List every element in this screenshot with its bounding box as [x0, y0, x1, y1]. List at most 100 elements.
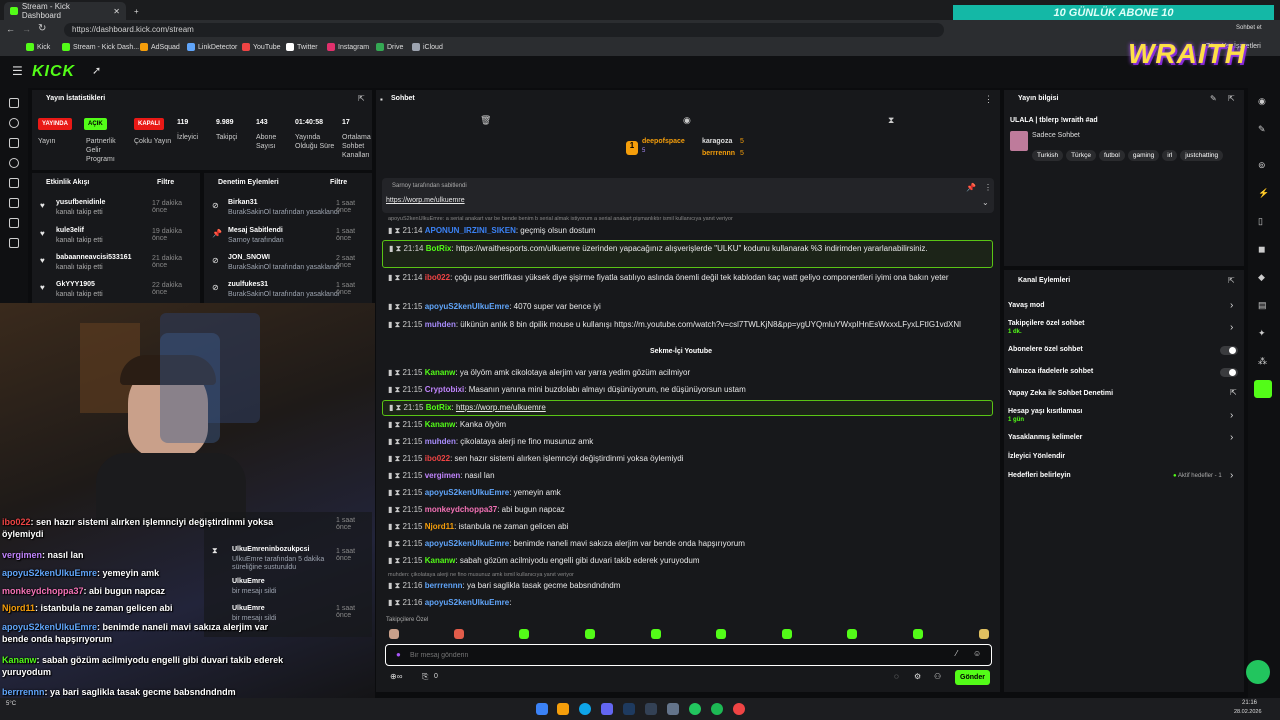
people-icon[interactable]: [9, 218, 19, 228]
chat-user[interactable]: vergimen: [425, 471, 461, 480]
settings-icon[interactable]: [9, 238, 19, 248]
top-user[interactable]: berrrennn: [702, 150, 735, 157]
mic-icon[interactable]: ●: [396, 650, 401, 659]
chat-user[interactable]: apoyuS2kenUlkuEmre: [425, 302, 509, 311]
steam-icon[interactable]: [623, 703, 635, 715]
slow-mode-row[interactable]: Yavaş mod: [1008, 302, 1045, 309]
video-icon[interactable]: [9, 178, 19, 188]
chat-message[interactable]: ▮ ⧗ 21:16 apoyuS2kenUlkuEmre:: [388, 597, 993, 609]
back-icon[interactable]: ←: [6, 24, 15, 34]
bookmark-item[interactable]: Drive: [376, 43, 403, 51]
whatsapp-icon[interactable]: [689, 703, 701, 715]
chat-user[interactable]: muhden: [425, 320, 456, 329]
chat-message[interactable]: ▮ ⧗ 21:15 Kananw: Kanka ölyöm: [388, 419, 993, 431]
wrench-icon[interactable]: ✦: [1258, 328, 1266, 339]
chat-message[interactable]: ▮ ⧗ 21:15 apoyuS2kenUlkuEmre: yemeyin am…: [388, 487, 993, 499]
goals-row[interactable]: Hedefleri belirleyin: [1008, 472, 1071, 479]
slash-command-icon[interactable]: ⁄: [956, 649, 957, 658]
bookmark-item[interactable]: Stream - Kick Dash...: [62, 43, 139, 51]
chat-user[interactable]: Kananw: [425, 420, 456, 429]
file-explorer-icon[interactable]: [557, 703, 569, 715]
emote-icon[interactable]: [716, 629, 726, 639]
bookmark-item[interactable]: AdSquad: [140, 43, 180, 51]
chat-input-box[interactable]: ● ⁄ ☺: [385, 644, 992, 666]
chat-message[interactable]: ▮ ⧗ 21:14 APONUN_IRZINI_SIKEN: geçmiş ol…: [388, 225, 993, 237]
emote-only-row[interactable]: Yalnızca ifadelerle sohbet: [1008, 368, 1093, 375]
emoji-icon[interactable]: ☺: [973, 649, 981, 658]
gear-icon[interactable]: ⚙: [914, 672, 921, 681]
weather-widget[interactable]: 5°C: [6, 701, 16, 707]
emote-icon[interactable]: [585, 629, 595, 639]
menu-icon[interactable]: ☰: [12, 64, 23, 78]
url-input[interactable]: https://dashboard.kick.com/stream: [64, 23, 944, 37]
chevron-down-icon[interactable]: ⌄: [982, 198, 989, 207]
spotify-icon[interactable]: [711, 703, 723, 715]
green-action-icon[interactable]: [1254, 380, 1272, 398]
filter-button[interactable]: Filtre: [330, 179, 347, 186]
send-button[interactable]: Gönder: [955, 670, 990, 685]
emote-icon[interactable]: [782, 629, 792, 639]
chat-user[interactable]: Kananw: [425, 368, 456, 377]
link-icon[interactable]: [9, 118, 19, 128]
chat-message[interactable]: ▮ ⧗ 21:14 ibo022: çoğu psu sertifikası y…: [388, 272, 993, 284]
more-icon[interactable]: ⋮: [984, 94, 993, 105]
obs-icon[interactable]: [733, 703, 745, 715]
expand-icon[interactable]: ⇱: [1228, 94, 1235, 103]
edge-icon[interactable]: [579, 703, 591, 715]
discord-icon[interactable]: [601, 703, 613, 715]
speech-bubble-icon[interactable]: ◉: [683, 115, 691, 126]
gift-icon[interactable]: ⎘: [422, 672, 428, 682]
emote-icon[interactable]: [651, 629, 661, 639]
chat-message[interactable]: ▮ ⧗ 21:15 ibo022: sen hazır sistemi alır…: [388, 453, 993, 465]
chevron-right-icon[interactable]: ›: [1230, 322, 1233, 333]
emote-icon[interactable]: [389, 629, 399, 639]
chat-user[interactable]: BotRix: [426, 403, 452, 412]
chat-message[interactable]: ▮ ⧗ 21:15 BotRix: https://worp.me/ulkuem…: [382, 400, 993, 416]
chat-input[interactable]: [410, 648, 930, 662]
account-age-row[interactable]: Hesap yaşı kısıtlaması: [1008, 408, 1082, 415]
target-icon[interactable]: ⊚: [1258, 160, 1266, 171]
support-chat-icon[interactable]: [1246, 660, 1270, 684]
ai-moderation-row[interactable]: Yapay Zeka ile Sohbet Denetimi: [1008, 390, 1113, 397]
hourglass-icon[interactable]: ⧗: [888, 115, 894, 126]
chat-message[interactable]: ▮ ⧗ 21:15 monkeydchoppa37: abi bugun nap…: [388, 504, 993, 516]
raid-row[interactable]: İzleyici Yönlendir: [1008, 453, 1065, 460]
chat-message[interactable]: ▮ ⧗ 21:15 apoyuS2kenUlkuEmre: 4070 super…: [388, 301, 993, 313]
kick-logo[interactable]: KICK: [32, 63, 75, 81]
chevron-right-icon[interactable]: ›: [1230, 410, 1233, 421]
edit-icon[interactable]: ✎: [1210, 94, 1217, 103]
chevron-right-icon[interactable]: ›: [1230, 432, 1233, 443]
pinned-link[interactable]: https://worp.me/ulkuemre: [386, 197, 465, 204]
bookmark-item[interactable]: YouTube: [242, 43, 281, 51]
reload-icon[interactable]: ↻: [38, 23, 46, 34]
external-link-icon[interactable]: ⇱: [1230, 388, 1237, 397]
filter-button[interactable]: Filtre: [157, 179, 174, 186]
top-user[interactable]: deepofspace: [642, 138, 685, 145]
chat-user[interactable]: BotRix: [426, 244, 452, 253]
terminal-icon[interactable]: [645, 703, 657, 715]
chat-user[interactable]: Kananw: [425, 556, 456, 565]
follower-chat-row[interactable]: Takipçilere özel sohbet: [1008, 320, 1085, 327]
chat-message[interactable]: ▮ ⧗ 21:15 vergimen: nasıl lan: [388, 470, 993, 482]
emote-icon[interactable]: [454, 629, 464, 639]
emote-only-toggle[interactable]: [1220, 368, 1238, 377]
chat-user[interactable]: APONUN_IRZINI_SIKEN: [425, 226, 516, 235]
chevron-right-icon[interactable]: ›: [1230, 300, 1233, 311]
start-icon[interactable]: [536, 703, 548, 715]
stream-icon[interactable]: [9, 98, 19, 108]
chat-message[interactable]: ▮ ⧗ 21:15 muhden: çikolataya alerji ne f…: [388, 436, 993, 448]
chat-user[interactable]: berrrennn: [425, 581, 463, 590]
chat-user[interactable]: Njord11: [425, 522, 454, 531]
banned-words-row[interactable]: Yasaklanmış kelimeler: [1008, 434, 1082, 441]
bookmark-item[interactable]: Kick: [26, 43, 50, 51]
sohbet-et-button[interactable]: Sohbet et: [1236, 25, 1262, 31]
more-icon[interactable]: ⋮: [984, 183, 992, 192]
bookmark-item[interactable]: iCloud: [412, 43, 443, 51]
chat-bubble-icon[interactable]: ◼: [1258, 244, 1265, 255]
close-icon[interactable]: ✕: [113, 7, 120, 16]
trash-icon[interactable]: 🗑: [480, 115, 491, 126]
audio-icon[interactable]: ◆: [1258, 272, 1265, 283]
chat-user[interactable]: monkeydchoppa37: [425, 505, 497, 514]
expand-icon[interactable]: ⇱: [358, 94, 365, 103]
chat-icon[interactable]: [9, 138, 19, 148]
